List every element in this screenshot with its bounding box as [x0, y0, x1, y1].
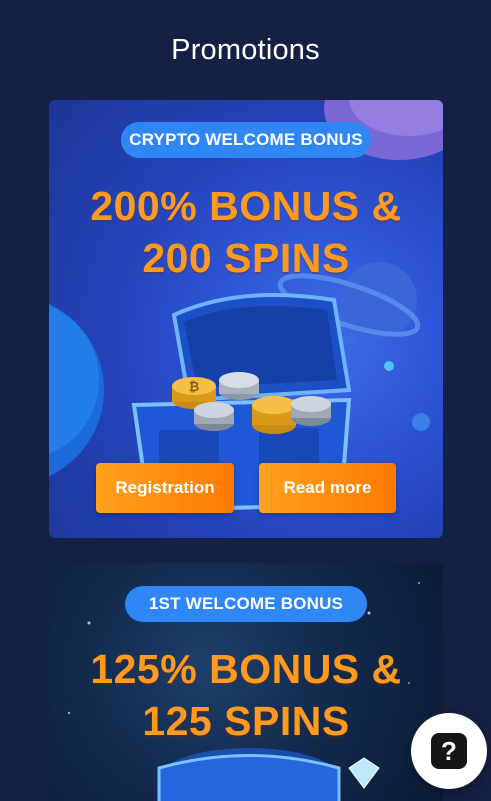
svg-text:₿: ₿: [189, 380, 200, 395]
promo-headline-line-2: 200 SPINS: [142, 235, 350, 281]
page-title: Promotions: [171, 34, 320, 66]
registration-button[interactable]: Registration: [96, 463, 234, 513]
promo-headline: 200% BONUS & 200 SPINS: [49, 180, 443, 284]
promotions-page: Promotions ₿ CRYPTO WELCOME BONUS 200% B…: [0, 0, 491, 801]
help-button[interactable]: ?: [411, 713, 487, 789]
promo-headline-line-1: 200% BONUS &: [90, 183, 402, 229]
promo-headline-line-2: 125 SPINS: [142, 698, 350, 744]
read-more-button[interactable]: Read more: [259, 463, 396, 513]
promo-badge: 1ST WELCOME BONUS: [125, 586, 367, 622]
promo-badge: CRYPTO WELCOME BONUS: [121, 122, 371, 158]
promo-headline: 125% BONUS & 125 SPINS: [49, 643, 443, 747]
promo-card-crypto-welcome[interactable]: ₿ CRYPTO WELCOME BONUS 200% BONUS & 200 …: [49, 100, 443, 538]
promo-headline-line-1: 125% BONUS &: [90, 646, 402, 692]
question-icon: ?: [431, 733, 467, 769]
promo-card-first-welcome[interactable]: 1ST WELCOME BONUS 125% BONUS & 125 SPINS: [49, 563, 443, 801]
